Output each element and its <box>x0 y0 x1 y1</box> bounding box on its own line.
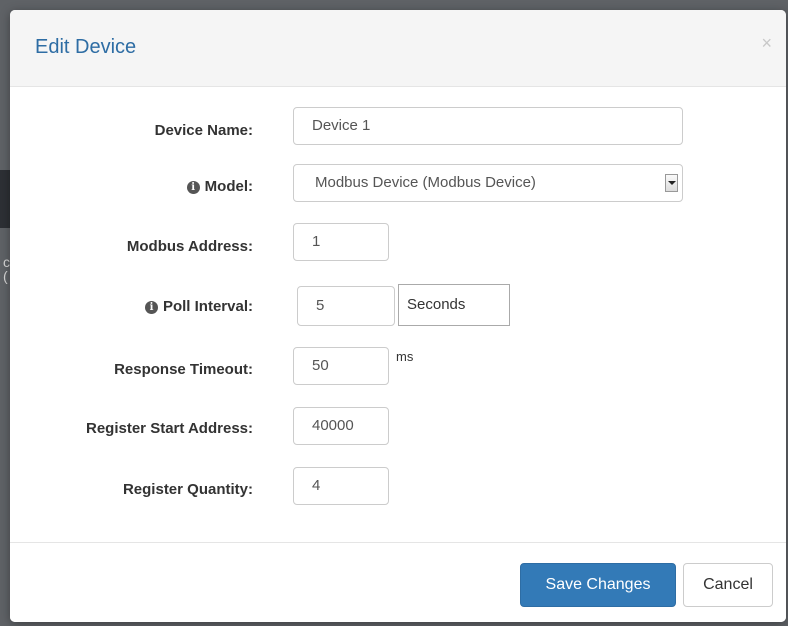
device-name-input[interactable]: Device 1 <box>293 107 683 145</box>
response-timeout-input[interactable]: 50 <box>293 347 389 385</box>
poll-interval-unit[interactable]: Seconds <box>398 284 510 326</box>
register-quantity-input[interactable]: 4 <box>293 467 389 505</box>
model-label: i Model: <box>10 178 253 195</box>
response-timeout-unit: ms <box>396 349 414 364</box>
model-select[interactable]: Modbus Device (Modbus Device) <box>293 164 683 202</box>
modal-footer: Save Changes Cancel <box>10 542 786 622</box>
info-circle-icon: i <box>144 301 158 314</box>
modal-header: Edit Device × <box>10 10 786 87</box>
poll-interval-input[interactable]: 5 <box>297 286 395 326</box>
close-icon[interactable]: × <box>761 34 772 52</box>
register-start-address-label: Register Start Address: <box>86 420 253 437</box>
save-changes-button[interactable]: Save Changes <box>520 563 676 607</box>
device-name-label: Device Name: <box>154 122 253 139</box>
response-timeout-label: Response Timeout: <box>114 361 253 378</box>
model-select-value: Modbus Device (Modbus Device) <box>315 174 536 191</box>
modbus-address-label: Modbus Address: <box>126 238 253 255</box>
modbus-address-input[interactable]: 1 <box>293 223 389 261</box>
register-start-address-input[interactable]: 40000 <box>293 407 389 445</box>
register-quantity-label: Register Quantity: <box>122 481 253 498</box>
edit-device-modal: Edit Device × Device Name: Device 1 i Mod… <box>10 10 786 622</box>
model-label-text: Model: <box>204 178 253 195</box>
cancel-button[interactable]: Cancel <box>683 563 773 607</box>
info-circle-icon: i <box>186 181 200 194</box>
modal-title: Edit Device <box>35 36 137 58</box>
chevron-down-icon[interactable] <box>665 174 678 192</box>
poll-interval-label-text: Poll Interval: <box>162 298 253 315</box>
background-text-fragment: ( <box>3 268 8 284</box>
poll-interval-label: i Poll Interval: <box>10 298 253 315</box>
